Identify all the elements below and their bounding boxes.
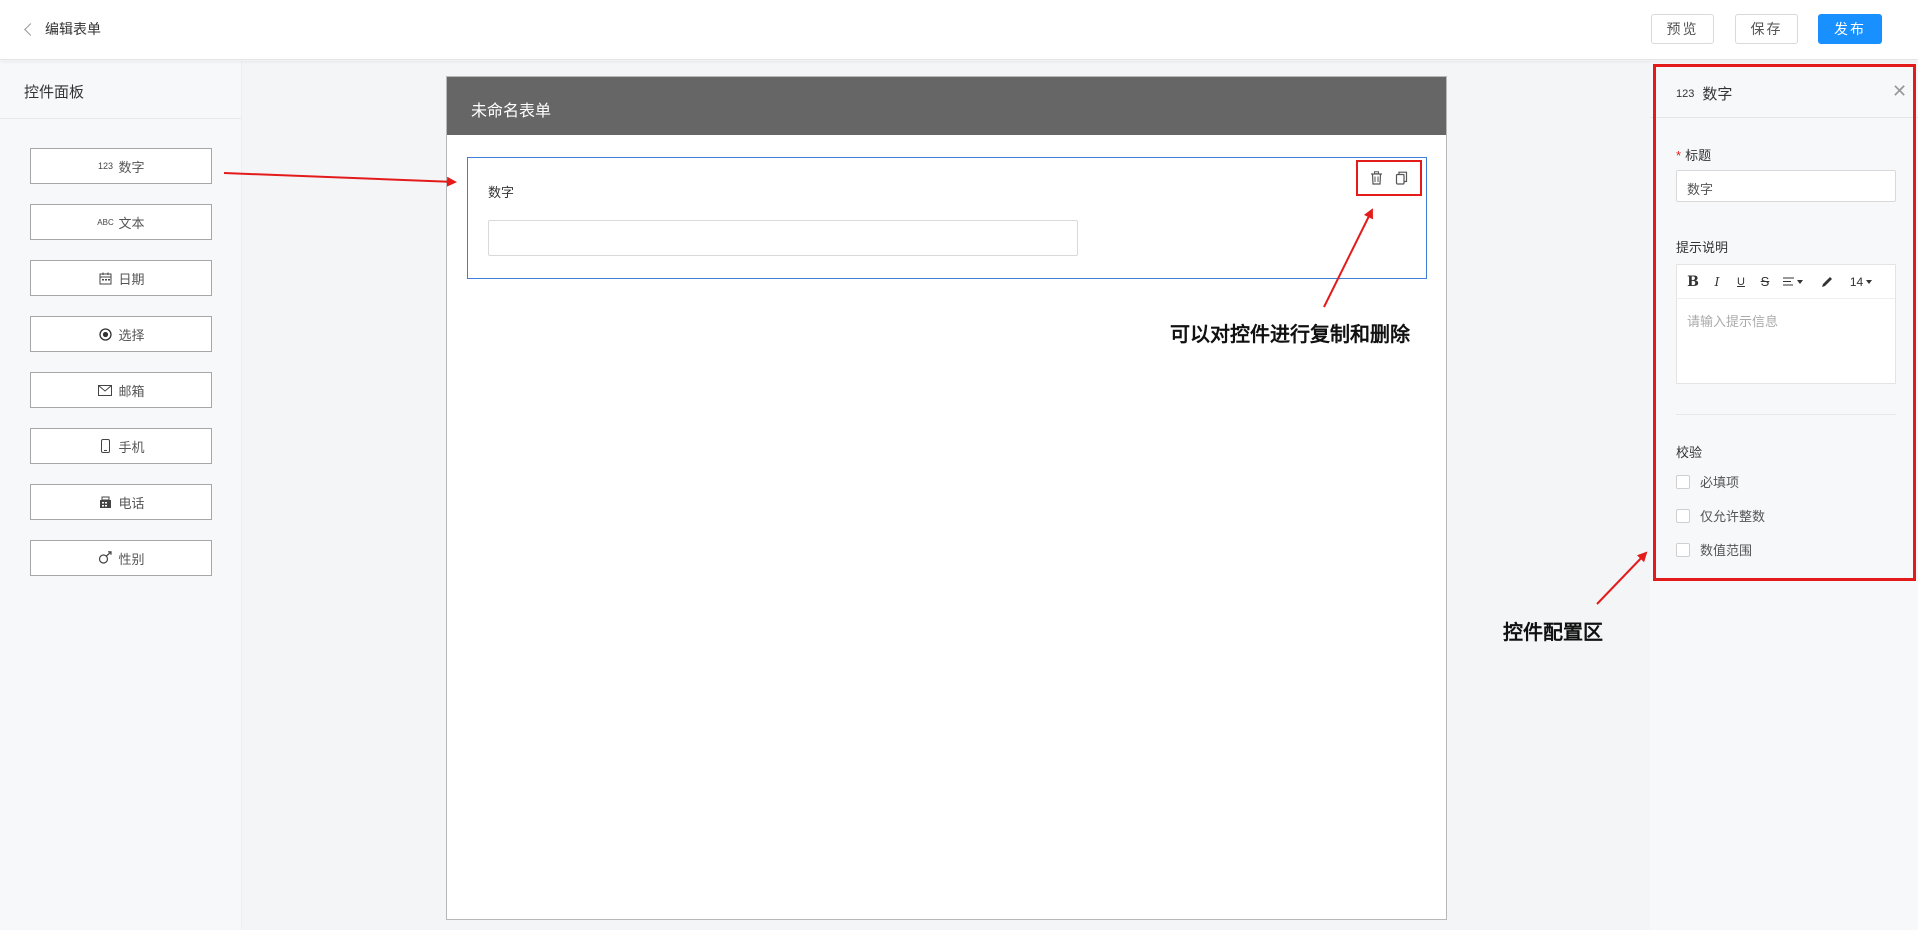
publish-button[interactable]: 发布 (1818, 14, 1882, 44)
radio-icon (97, 327, 113, 341)
envelope-icon (97, 384, 113, 396)
align-icon (1783, 277, 1794, 286)
widget-label: 文本 (118, 215, 145, 231)
delete-icon[interactable] (1367, 168, 1387, 188)
widget-label: 性别 (118, 551, 145, 567)
checkbox-label: 数值范围 (1700, 543, 1753, 558)
italic-icon[interactable]: I (1705, 271, 1729, 293)
widget-panel: 控件面板 123 数字 ABC 文本 日期 选择 邮箱 手机 电话 性别 (0, 61, 242, 930)
hint-label: 提示说明 (1676, 240, 1729, 255)
widget-label: 手机 (118, 439, 145, 455)
text-abc-icon: ABC (97, 217, 114, 227)
checkbox[interactable] (1676, 508, 1690, 523)
widget-panel-title: 控件面板 (0, 61, 241, 119)
mobile-phone-icon (97, 439, 113, 453)
widget-date[interactable]: 日期 (30, 260, 212, 296)
hint-placeholder: 请输入提示信息 (1687, 314, 1779, 329)
checkbox[interactable] (1676, 542, 1690, 557)
widget-mobile[interactable]: 手机 (30, 428, 212, 464)
close-icon[interactable]: ✕ (1892, 81, 1907, 102)
field-input[interactable] (488, 220, 1078, 256)
hint-editor[interactable]: B I U S 14 请输入提示信息 (1676, 264, 1896, 384)
calendar-icon (97, 272, 113, 285)
divider (1676, 414, 1896, 415)
back-label: 编辑表单 (45, 21, 101, 37)
back-button[interactable]: 编辑表单 (24, 18, 101, 40)
chevron-down-icon (1866, 279, 1873, 284)
title-label: * 标题 (1676, 145, 1711, 164)
checkbox-integer-only[interactable]: 仅允许整数 (1676, 506, 1765, 525)
config-area-note: 控件配置区 (1503, 622, 1603, 644)
required-asterisk: * (1676, 148, 1682, 163)
form-title[interactable]: 未命名表单 (447, 77, 1446, 135)
config-panel-title: 123 数字 (1676, 83, 1732, 104)
widget-label: 电话 (118, 495, 145, 511)
top-bar: 编辑表单 预览 保存 发布 (0, 0, 1918, 60)
copy-delete-note: 可以对控件进行复制和删除 (1170, 324, 1410, 346)
number-123-icon: 123 (97, 161, 113, 171)
pen-color-icon[interactable] (1815, 271, 1839, 293)
title-label-text: 标题 (1685, 148, 1712, 163)
widget-label: 选择 (118, 327, 145, 343)
field-actions (1356, 160, 1422, 196)
chevron-left-icon (24, 22, 37, 36)
checkbox-required[interactable]: 必填项 (1676, 472, 1739, 491)
title-input[interactable]: 数字 (1676, 170, 1896, 202)
widget-label: 日期 (118, 271, 145, 287)
chevron-down-icon (1797, 279, 1803, 284)
align-dropdown[interactable] (1777, 271, 1809, 293)
form-card: 未命名表单 数字 (446, 76, 1447, 920)
strikethrough-icon[interactable]: S (1753, 271, 1777, 293)
config-title-text: 数字 (1702, 86, 1733, 103)
widget-telephone[interactable]: 电话 (30, 484, 212, 520)
config-panel: 123 数字 ✕ *标题 数字 提示说明 B I U S 14 请输入提示信息 (1650, 61, 1918, 930)
widget-email[interactable]: 邮箱 (30, 372, 212, 408)
editor-toolbar: B I U S 14 (1677, 265, 1895, 299)
underline-icon[interactable]: U (1729, 271, 1753, 293)
widget-label: 邮箱 (118, 383, 145, 399)
gender-icon (97, 551, 113, 565)
font-size-value: 14 (1849, 274, 1864, 289)
font-size-dropdown[interactable]: 14 (1843, 271, 1879, 293)
field-label: 数字 (488, 185, 515, 200)
config-panel-header: 123 数字 ✕ (1650, 61, 1918, 118)
preview-button[interactable]: 预览 (1651, 14, 1714, 44)
widget-gender[interactable]: 性别 (30, 540, 212, 576)
form-field-number[interactable]: 数字 (467, 157, 1427, 279)
checkbox[interactable] (1676, 474, 1690, 489)
save-button[interactable]: 保存 (1735, 14, 1798, 44)
widget-select[interactable]: 选择 (30, 316, 212, 352)
widget-label: 数字 (118, 159, 145, 175)
checkbox-label: 必填项 (1700, 475, 1740, 490)
widget-number[interactable]: 123 数字 (30, 148, 212, 184)
bold-icon[interactable]: B (1681, 271, 1705, 293)
telephone-icon (97, 496, 113, 509)
checkbox-label: 仅允许整数 (1700, 509, 1766, 524)
number-123-icon: 123 (1676, 87, 1695, 100)
copy-icon[interactable] (1392, 168, 1412, 188)
widget-text[interactable]: ABC 文本 (30, 204, 212, 240)
checkbox-value-range[interactable]: 数值范围 (1676, 540, 1752, 559)
validation-label: 校验 (1676, 445, 1703, 460)
